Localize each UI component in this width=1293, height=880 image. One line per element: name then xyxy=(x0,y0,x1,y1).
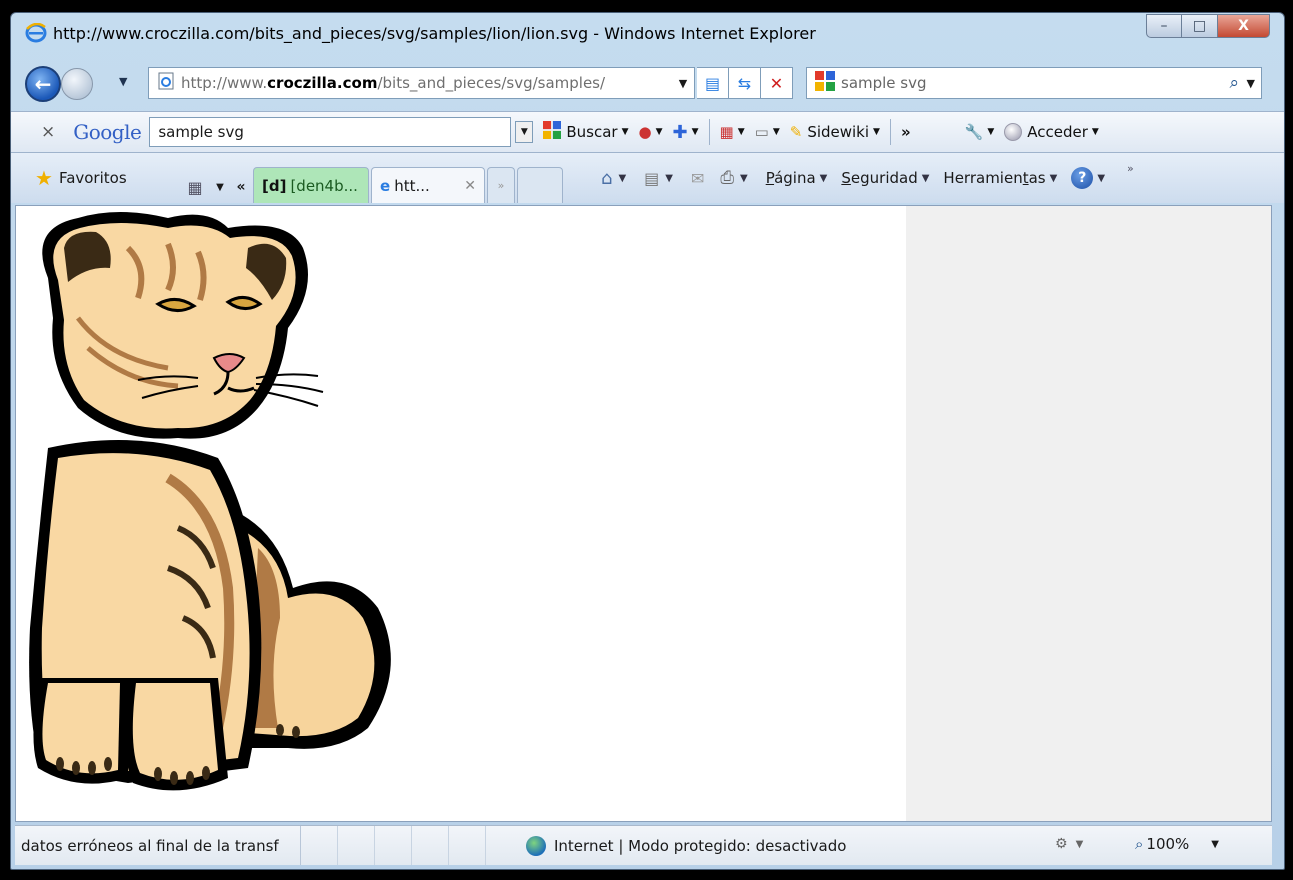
toolbar-more-button[interactable]: » xyxy=(901,123,911,141)
minimize-button[interactable]: – xyxy=(1146,14,1182,38)
back-arrow-icon: ← xyxy=(34,72,52,96)
tab-lion-svg[interactable]: e htt... ✕ xyxy=(371,167,485,203)
refresh-icon: ⇆ xyxy=(737,73,752,93)
back-button[interactable]: ← xyxy=(25,66,61,102)
tab-overflow-button[interactable]: » xyxy=(487,167,515,203)
wrench-icon: 🔧 xyxy=(964,123,984,141)
plus-icon: ✚ xyxy=(672,121,688,143)
ie-page-icon: e xyxy=(380,176,391,195)
command-bar-more[interactable]: » xyxy=(1127,162,1134,175)
status-slot xyxy=(338,826,375,865)
search-options-dropdown[interactable]: ▼ xyxy=(1247,77,1255,90)
status-slot xyxy=(375,826,412,865)
google-toolbar: × Google sample svg ▼ Buscar ▼ ● ▼ ✚ ▼ ▦ ▼ ▭… xyxy=(11,111,1284,153)
browser-window: http://www.croczilla.com/bits_and_pieces… xyxy=(10,12,1285,870)
tab-den4b[interactable]: [d] [den4b... xyxy=(253,167,369,203)
security-zone[interactable]: Internet | Modo protegido: desactivado xyxy=(526,835,846,856)
refresh-button[interactable]: ⇆ xyxy=(729,67,761,99)
tab-list-dropdown[interactable]: ▼ xyxy=(211,171,229,203)
pagerank-icon: ● xyxy=(638,123,652,141)
print-dropdown[interactable]: ▼ xyxy=(740,173,748,184)
menu-herramientas[interactable]: Herramientas ▼ xyxy=(943,169,1057,187)
zoom-button[interactable]: ⌕ 100% ▼ xyxy=(1135,835,1219,853)
autofill-icon: ▭ xyxy=(754,123,769,141)
tab-strip: ▦ ▼ « [d] [den4b... e htt... ✕ » xyxy=(179,161,565,203)
pagerank-button[interactable]: ● ▼ xyxy=(638,123,662,141)
page-icon xyxy=(157,72,175,94)
home-dropdown[interactable]: ▼ xyxy=(618,173,626,184)
toolbar-divider xyxy=(889,119,891,145)
sidewiki-icon: ✎ xyxy=(789,123,803,141)
search-query[interactable]: sample svg xyxy=(841,74,927,92)
help-dropdown[interactable]: ▼ xyxy=(1097,173,1105,184)
address-dropdown[interactable]: ▼ xyxy=(672,68,694,98)
tab-scroll-left[interactable]: « xyxy=(229,171,253,203)
autofill-button[interactable]: ▭ ▼ xyxy=(755,123,780,141)
globe-icon xyxy=(526,835,546,856)
page-content xyxy=(15,205,1272,822)
feeds-icon[interactable]: ▤ xyxy=(644,169,659,188)
favorites-star-icon: ★ xyxy=(35,166,53,190)
forward-button[interactable] xyxy=(61,68,93,100)
google-logo[interactable]: Google xyxy=(73,120,142,144)
search-box[interactable]: sample svg ⌕ ▼ xyxy=(806,67,1262,99)
user-icon xyxy=(1004,123,1023,141)
stop-button[interactable]: ✕ xyxy=(761,67,793,99)
status-slot xyxy=(301,826,338,865)
buscar-button[interactable]: Buscar ▼ xyxy=(543,121,628,143)
feeds-dropdown[interactable]: ▼ xyxy=(665,173,673,184)
lion-cub-image xyxy=(29,212,391,791)
status-message: datos erróneos al final de la transf xyxy=(15,826,301,865)
home-icon[interactable]: ⌂ xyxy=(601,168,612,189)
protected-mode-icon: ⚙ xyxy=(1055,836,1068,852)
google-icon xyxy=(543,121,562,143)
new-tab-button[interactable] xyxy=(517,167,563,203)
status-slot xyxy=(412,826,449,865)
title-bar: http://www.croczilla.com/bits_and_pieces… xyxy=(11,13,1284,53)
close-button[interactable]: X xyxy=(1218,14,1270,38)
address-bar[interactable]: http://www.croczilla.com/bits_and_pieces… xyxy=(148,67,695,99)
address-url[interactable]: http://www.croczilla.com/bits_and_pieces… xyxy=(181,74,605,92)
command-bar: ★ Favoritos ▦ ▼ « [d] [den4b... e htt...… xyxy=(11,153,1284,203)
toolbar-divider xyxy=(708,119,710,145)
menu-seguridad[interactable]: Seguridad ▼ xyxy=(841,169,929,187)
zoom-dropdown[interactable]: ▼ xyxy=(1211,839,1219,850)
popup-blocker-button[interactable]: ▦ ▼ xyxy=(720,123,745,141)
sign-in-button[interactable]: Acceder ▼ xyxy=(1004,123,1099,141)
close-tab-icon[interactable]: ✕ xyxy=(464,178,476,194)
compatibility-view-button[interactable]: ▤ xyxy=(697,67,729,99)
google-toolbar-close-icon[interactable]: × xyxy=(41,122,55,142)
status-bar: datos erróneos al final de la transf Int… xyxy=(15,825,1272,865)
popup-blocker-icon: ▦ xyxy=(719,123,734,141)
google-search-dropdown[interactable]: ▼ xyxy=(515,121,534,143)
search-magnifier-icon[interactable]: ⌕ xyxy=(1229,73,1239,93)
maximize-button[interactable]: □ xyxy=(1182,14,1218,38)
stop-icon: ✕ xyxy=(769,73,784,93)
bookmarks-button[interactable]: ✚ ▼ xyxy=(673,122,699,143)
compatibility-icon: ▤ xyxy=(704,73,721,93)
mail-icon[interactable]: ✉ xyxy=(691,169,704,188)
help-icon[interactable]: ? xyxy=(1071,167,1094,189)
sidewiki-button[interactable]: ✎ Sidewiki ▼ xyxy=(790,123,880,141)
google-search-input[interactable]: sample svg xyxy=(149,117,512,147)
zoom-magnifier-icon: ⌕ xyxy=(1135,835,1144,853)
menu-pagina[interactable]: Página ▼ xyxy=(766,169,828,187)
recent-pages-dropdown[interactable]: ▼ xyxy=(119,75,127,88)
settings-button[interactable]: 🔧 ▼ xyxy=(965,123,995,141)
favorites-button[interactable]: ★ Favoritos xyxy=(35,166,127,190)
ie-logo-icon xyxy=(25,22,47,47)
status-slot xyxy=(449,826,486,865)
window-title: http://www.croczilla.com/bits_and_pieces… xyxy=(53,24,816,43)
page-background-right xyxy=(906,206,1271,821)
address-row: ← ▼ http://www.croczilla.com/bits_and_pi… xyxy=(11,53,1284,111)
print-icon[interactable]: ⎙ xyxy=(720,168,734,188)
quick-tabs-icon[interactable]: ▦ xyxy=(179,171,211,203)
google-icon xyxy=(815,71,835,95)
protected-mode-button[interactable]: ⚙ ▼ xyxy=(1055,836,1083,852)
